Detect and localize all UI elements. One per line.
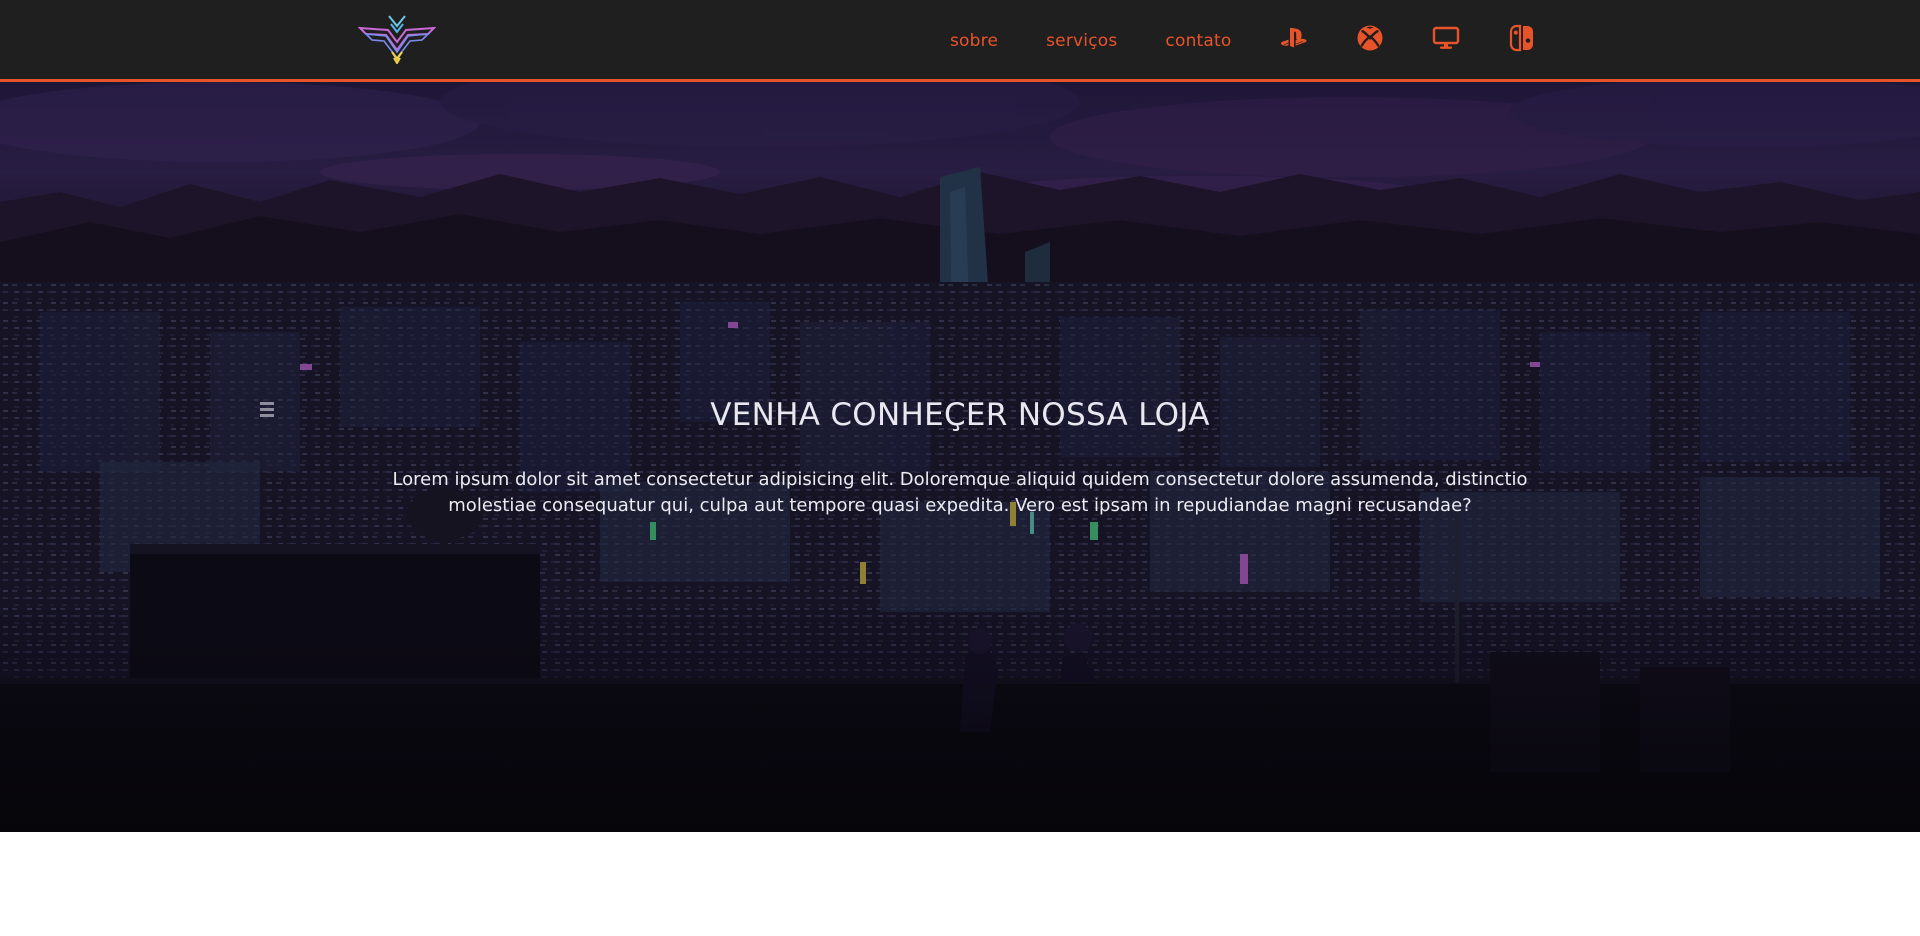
- nav-link-sobre[interactable]: sobre: [950, 31, 998, 51]
- nav-link-contato[interactable]: contato: [1165, 31, 1231, 51]
- nav-link-servicos[interactable]: serviços: [1046, 31, 1117, 51]
- platform-icons: [1278, 22, 1538, 54]
- site-header: sobre serviços contato: [0, 0, 1920, 82]
- switch-icon[interactable]: [1506, 22, 1538, 54]
- hero-description: Lorem ipsum dolor sit amet consectetur a…: [392, 469, 1528, 516]
- playstation-icon[interactable]: [1278, 22, 1310, 54]
- desktop-icon[interactable]: [1430, 22, 1462, 54]
- xbox-icon[interactable]: [1354, 22, 1386, 54]
- winged-logo-icon: [357, 15, 437, 65]
- hero-title: VENHA CONHEÇER NOSSA LOJA: [710, 397, 1210, 433]
- hero-banner: VENHA CONHEÇER NOSSA LOJA Lorem ipsum do…: [0, 82, 1920, 832]
- main-nav: sobre serviços contato: [950, 0, 1280, 82]
- pixel-city-night-background: [0, 82, 1920, 832]
- page-content-area: [0, 832, 1920, 936]
- brand-logo[interactable]: [357, 12, 437, 65]
